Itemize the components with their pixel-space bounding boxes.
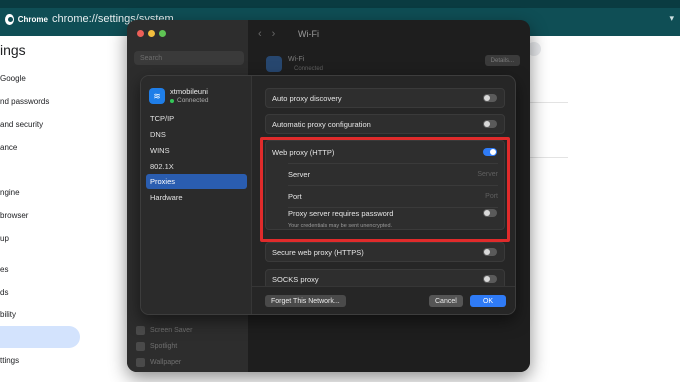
- active-nav-highlight: [0, 326, 80, 348]
- sidebar-item-wallpaper[interactable]: Wallpaper: [136, 358, 181, 367]
- wifi-icon: ≋: [149, 88, 165, 104]
- wifi-icon: [266, 56, 282, 72]
- auto-proxy-config-label: Automatic proxy configuration: [272, 119, 371, 129]
- sheet-tab-proxies[interactable]: Proxies: [146, 174, 247, 189]
- minimize-window-button[interactable]: [148, 30, 155, 37]
- sheet-tab-tcpip[interactable]: TCP/IP: [146, 111, 247, 126]
- secure-web-proxy-toggle[interactable]: [483, 248, 497, 256]
- nav-item-startup[interactable]: up: [0, 234, 9, 243]
- sheet-tab-hardware[interactable]: Hardware: [146, 190, 247, 205]
- nav-item-security[interactable]: and security: [0, 120, 43, 129]
- sidebar-item-spotlight[interactable]: Spotlight: [136, 342, 177, 351]
- connected-dot-icon: [170, 98, 174, 103]
- network-status-label: Connected: [177, 97, 209, 104]
- sheet-footer: Forget This Network... Cancel OK: [252, 286, 515, 314]
- back-forward-arrows[interactable]: ‹›: [258, 28, 285, 40]
- ok-button[interactable]: OK: [470, 295, 506, 307]
- wifi-label: Wi-Fi: [288, 56, 305, 63]
- network-name: xtmobileuni: [170, 87, 208, 96]
- details-button[interactable]: Details...: [484, 55, 520, 66]
- sheet-tab-dns[interactable]: DNS: [146, 127, 247, 142]
- secure-web-proxy-row: Secure web proxy (HTTPS): [265, 242, 505, 262]
- auto-proxy-discovery-row: Auto proxy discovery: [265, 88, 505, 108]
- chevron-down-icon[interactable]: ▾: [669, 13, 674, 24]
- auto-proxy-config-toggle[interactable]: [483, 120, 497, 128]
- close-window-button[interactable]: [137, 30, 144, 37]
- sidebar-item-label: Wallpaper: [150, 359, 182, 366]
- nav-item-google[interactable]: Google: [0, 74, 26, 83]
- wifi-status: Connected: [294, 66, 324, 72]
- socks-proxy-label: SOCKS proxy: [272, 274, 319, 284]
- auto-proxy-discovery-label: Auto proxy discovery: [272, 93, 342, 103]
- socks-proxy-toggle[interactable]: [483, 275, 497, 283]
- sidebar-item-label: Spotlight: [150, 343, 178, 350]
- sidebar-item-label: Screen Saver: [150, 327, 193, 334]
- tab-strip: [0, 0, 680, 8]
- screen-saver-icon: [136, 326, 145, 335]
- search-placeholder: Search: [140, 54, 163, 62]
- chrome-icon: [5, 13, 14, 25]
- nav-item-search-engine[interactable]: ngine: [0, 188, 20, 197]
- network-status: Connected: [170, 97, 208, 104]
- nav-item-default-browser[interactable]: browser: [0, 211, 28, 220]
- settings-card: [528, 102, 568, 158]
- auto-proxy-discovery-toggle[interactable]: [483, 94, 497, 102]
- chrome-tab[interactable]: Chrome: [0, 8, 48, 30]
- cancel-button[interactable]: Cancel: [429, 295, 463, 307]
- search-input[interactable]: Search: [134, 51, 244, 65]
- nav-item-passwords[interactable]: nd passwords: [0, 97, 49, 106]
- sheet-sidebar: ≋ xtmobileuni Connected TCP/IP DNS WINS …: [141, 76, 252, 314]
- page-title: ings: [0, 42, 26, 58]
- nav-item-downloads[interactable]: ds: [0, 288, 8, 297]
- nav-item-appearance[interactable]: ance: [0, 143, 17, 152]
- highlight-annotation-box: [260, 137, 510, 242]
- nav-item-reset-settings[interactable]: ttings: [0, 356, 19, 365]
- nav-item-accessibility[interactable]: bility: [0, 310, 16, 319]
- wallpaper-icon: [136, 358, 145, 367]
- nav-item-languages[interactable]: es: [0, 265, 8, 274]
- sidebar-item-screen-saver[interactable]: Screen Saver: [136, 326, 192, 335]
- spotlight-icon: [136, 342, 145, 351]
- zoom-window-button[interactable]: [159, 30, 166, 37]
- secure-web-proxy-label: Secure web proxy (HTTPS): [272, 247, 364, 257]
- window-title: Wi-Fi: [298, 29, 319, 39]
- auto-proxy-config-row: Automatic proxy configuration: [265, 114, 505, 134]
- network-header: ≋ xtmobileuni Connected: [149, 87, 249, 109]
- sheet-tab-wins[interactable]: WINS: [146, 143, 247, 158]
- sheet-tab-8021x[interactable]: 802.1X: [146, 159, 247, 174]
- forget-network-button[interactable]: Forget This Network...: [265, 295, 346, 307]
